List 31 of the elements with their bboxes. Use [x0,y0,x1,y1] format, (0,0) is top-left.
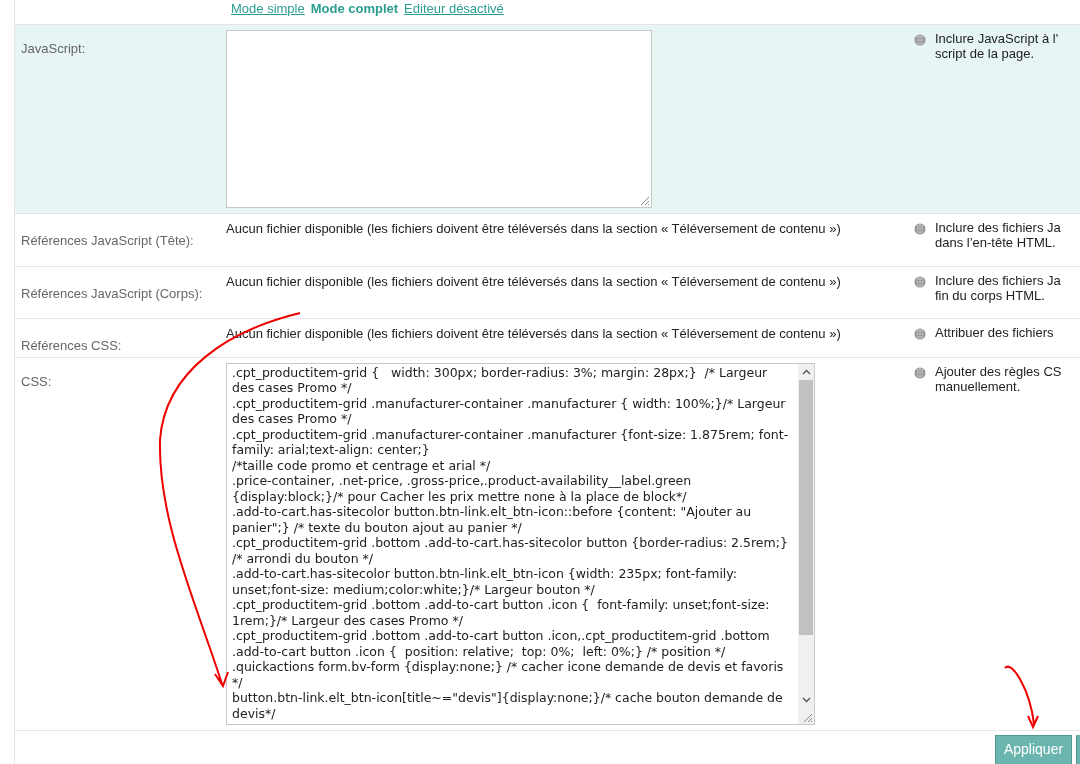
globe-icon [914,275,926,288]
help-text: Inclure des fichiers Ja dans l’en-tête HTML. [935,220,1061,250]
help-text: Ajouter des règles CS manuellement. [935,363,1062,394]
editor-mode-link[interactable]: Mode complet [310,1,399,16]
help-text: Inclure des fichiers Ja fin du corps HTML. [935,272,1061,303]
css-code: .cpt_productitem-grid { width: 300px; border-radius: 3%; margin: 28px;} /* Largeur des cases Promo */ .cpt_productitem-grid .manufacturer-container .manufacturer { width: 100%;}/* Largeur des cases Promo */ .cpt_productitem-grid .manufacturer-container .manufacturer {font-size: 1.875rem; font-family: arial;text-align: center;} /*taille code promo et centrage et arial */ .price-container, .net-price, .gross-price,.product-availability__label.green {display:block;}/* pour Cacher les prix mettre none à la place de block*/ .add-to-cart.has-sitecolor button.btn-link.elt_btn-icon::before {content: "Ajouter au panier";} /* texte du bouton ajout au panier */ .cpt_productitem-grid .bottom .add-to-cart.has-sitecolor button {border-radius: 2.5rem;} /* arrondi du bouton */ .add-to-cart.has-sitecolor button.btn-link.elt_btn-icon {width: 235px; font-family: unset;font-size: medium;color:white;}/* Largeur bouton */ .cpt_productitem-grid .bottom .add-to-cart button .icon { font-family: unset;font-size: 1rem;}/* Largeur des cases Promo */ .cpt_productitem-grid .bottom .add-to-cart button .icon,.cpt_productitem-grid .bottom .add-to-cart button .icon { position: relative; top: 0%; left: 0%;} /* position */ .quickactions form.bv-form {display:none;} /* cacher icone demande de devis et favoris */ button.btn-link.elt_btn-icon[title~="devis"]{display:none;}/* cache bouton demande de devis*/ [231,363,790,723]
globe-icon [914,328,926,340]
resize-grip-icon[interactable] [802,711,813,723]
field-label: Références CSS: [21,338,122,353]
no-files-message: Aucun fichier disponible (les fichiers doivent être téléversés dans la section « Téléversement de contenu ») [226,220,842,238]
globe-icon [914,366,926,379]
globe-icon [914,34,926,46]
field-label: Références JavaScript (Corps): [21,285,203,301]
globe-icon [914,223,926,235]
editor-mode-link[interactable]: Mode simple [231,1,305,16]
help-text: Attribuer des fichiers [935,325,1054,340]
next-button[interactable] [1076,734,1080,764]
field-label: JavaScript: [21,41,86,56]
scroll-up-icon[interactable] [801,368,811,375]
scrollbar[interactable] [798,363,814,724]
field-label: CSS: [21,373,52,389]
apply-button[interactable]: Appliquer [995,734,1072,764]
scroll-down-icon[interactable] [801,696,811,703]
javascript-field[interactable] [226,30,652,208]
field-label: Références JavaScript (Tête): [21,233,194,248]
help-text: Inclure JavaScript à l' script de la page. [935,31,1059,61]
scrollbar-thumb[interactable] [799,379,813,635]
resize-grip-icon[interactable] [639,195,650,206]
editor-mode-link[interactable]: Editeur désactivé [404,1,504,16]
hand-drawn-arrow-drawing [1004,665,1039,728]
no-files-message: Aucun fichier disponible (les fichiers doivent être téléversés dans la section « Téléversement de contenu ») [226,272,842,291]
